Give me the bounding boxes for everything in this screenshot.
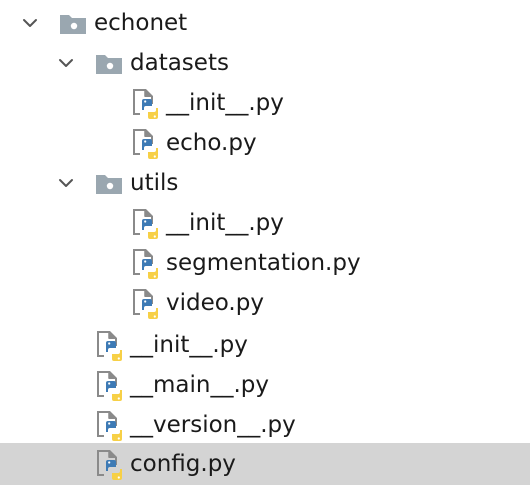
tree-item-label: __init__.py <box>130 332 248 358</box>
python-file-icon <box>130 127 160 159</box>
tree-item-label: segmentation.py <box>166 250 361 276</box>
python-file-icon <box>94 448 124 480</box>
tree-item-echo-py[interactable]: echo.py <box>0 123 530 163</box>
tree-item-label: datasets <box>130 50 229 76</box>
folder-icon <box>58 7 88 39</box>
tree-item-label: __version__.py <box>130 412 296 438</box>
chevron-down-icon[interactable] <box>58 175 74 191</box>
tree-item-label: echonet <box>94 10 188 36</box>
python-file-icon <box>130 207 160 239</box>
tree-item-config-py[interactable]: config.py <box>0 443 530 485</box>
tree-item-version-py[interactable]: __version__.py <box>0 405 530 445</box>
python-file-icon <box>130 287 160 319</box>
tree-item-init-py[interactable]: __init__.py <box>0 325 530 365</box>
folder-icon <box>94 167 124 199</box>
tree-item-label: config.py <box>130 451 236 477</box>
python-file-icon <box>94 329 124 361</box>
tree-item-label: echo.py <box>166 130 257 156</box>
tree-item-label: utils <box>130 170 179 196</box>
project-tree: echonet datasets __init__.py echo.py uti… <box>0 0 530 490</box>
tree-item-utils[interactable]: utils <box>0 163 530 203</box>
tree-item-utils-init[interactable]: __init__.py <box>0 203 530 243</box>
tree-item-segmentation-py[interactable]: segmentation.py <box>0 243 530 283</box>
tree-item-main-py[interactable]: __main__.py <box>0 365 530 405</box>
python-file-icon <box>130 247 160 279</box>
tree-item-video-py[interactable]: video.py <box>0 283 530 323</box>
folder-icon <box>94 47 124 79</box>
chevron-down-icon[interactable] <box>22 15 38 31</box>
tree-item-label: __init__.py <box>166 210 284 236</box>
tree-item-echonet[interactable]: echonet <box>0 3 530 43</box>
python-file-icon <box>94 409 124 441</box>
python-file-icon <box>130 87 160 119</box>
tree-item-datasets[interactable]: datasets <box>0 43 530 83</box>
tree-item-datasets-init[interactable]: __init__.py <box>0 83 530 123</box>
tree-item-label: video.py <box>166 290 264 316</box>
python-file-icon <box>94 369 124 401</box>
tree-item-label: __init__.py <box>166 90 284 116</box>
chevron-down-icon[interactable] <box>58 55 74 71</box>
tree-item-label: __main__.py <box>130 372 269 398</box>
